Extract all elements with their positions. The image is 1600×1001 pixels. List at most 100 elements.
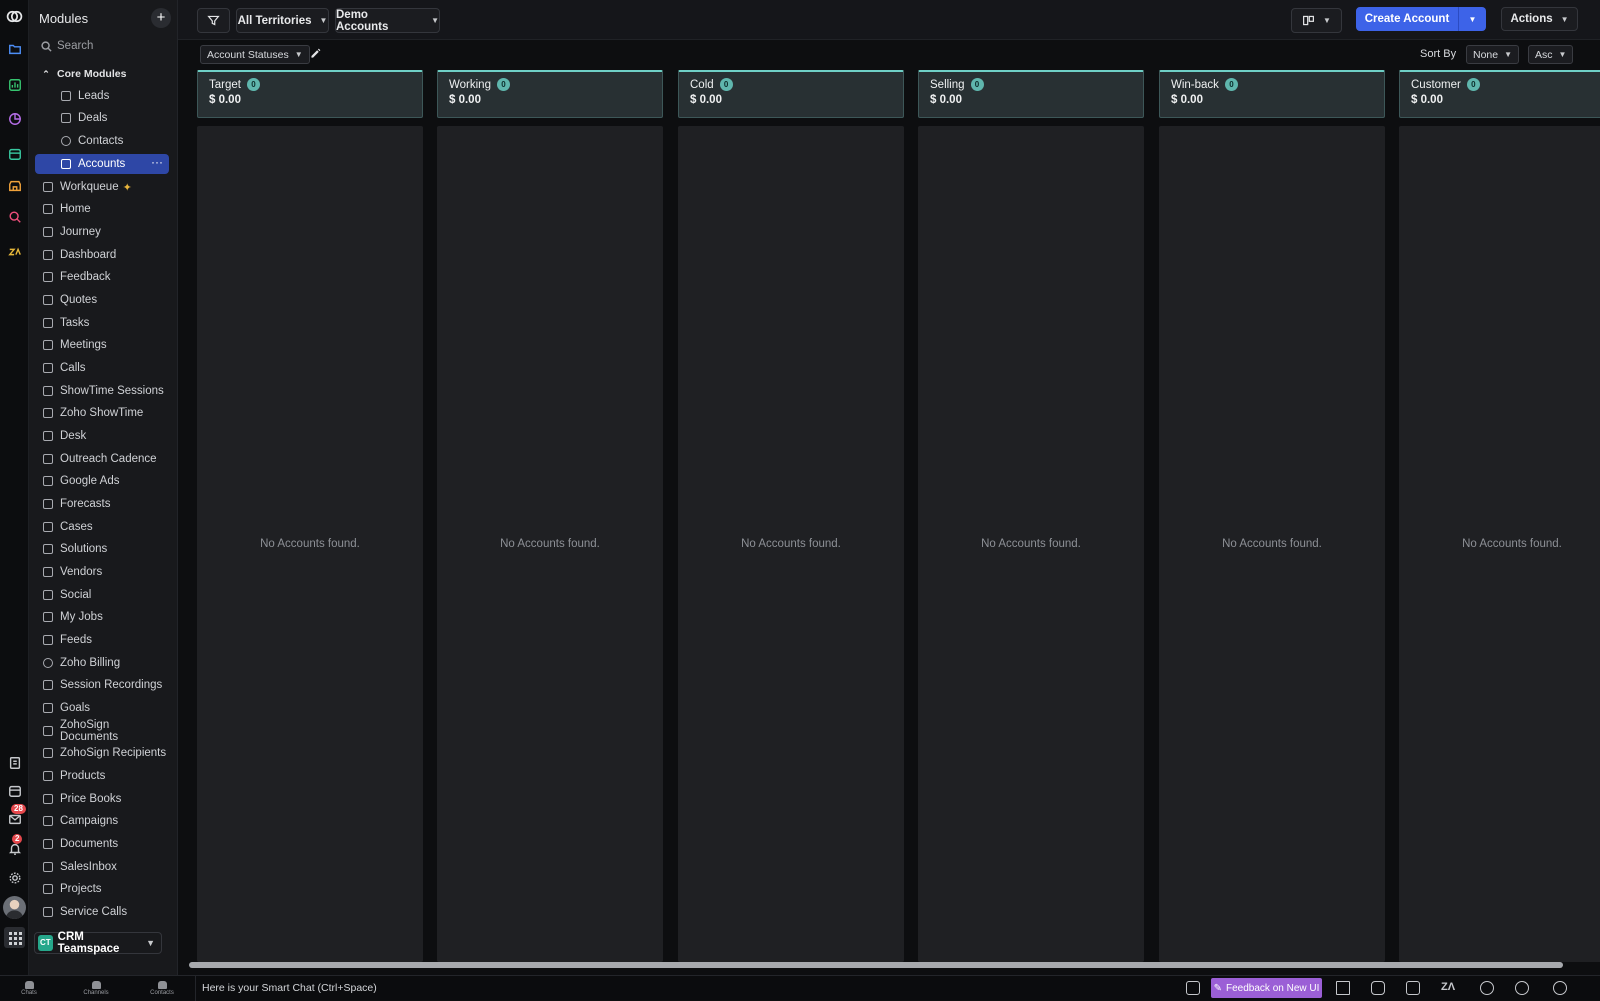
mail-icon[interactable]: 28 bbox=[4, 804, 26, 829]
accessibility-icon[interactable] bbox=[1553, 981, 1567, 995]
edit-pencil-icon[interactable] bbox=[309, 47, 322, 63]
sidebar-item-calls[interactable]: Calls bbox=[35, 358, 169, 378]
analytics-icon[interactable] bbox=[4, 74, 25, 95]
reports-pie-icon[interactable] bbox=[4, 108, 25, 129]
layout-view-switcher[interactable]: ▼ bbox=[1291, 8, 1342, 33]
territory-dropdown[interactable]: All Territories ▼ bbox=[236, 8, 329, 33]
sidebar-item-social[interactable]: Social bbox=[35, 585, 169, 605]
sidebar-item-accounts[interactable]: Accounts ··· bbox=[35, 154, 169, 174]
sidebar-item-zoho-billing[interactable]: Zoho Billing bbox=[35, 653, 169, 673]
sidebar-item-label: Zoho Billing bbox=[60, 657, 121, 669]
sidebar-item-journey[interactable]: Journey bbox=[35, 222, 169, 242]
filter-button[interactable] bbox=[197, 8, 230, 33]
sidebar-item-session-recordings[interactable]: Session Recordings bbox=[35, 675, 169, 695]
megaphone-icon[interactable] bbox=[1336, 981, 1350, 995]
ticket-icon[interactable] bbox=[1186, 981, 1200, 995]
sidebar-item-products[interactable]: Products bbox=[35, 766, 169, 786]
sidebar-item-zohosign-recipients[interactable]: ZohoSign Recipients bbox=[35, 743, 169, 763]
view-dropdown[interactable]: Demo Accounts ▼ bbox=[335, 8, 440, 33]
column-header[interactable]: Win-back 0 $ 0.00 bbox=[1159, 70, 1385, 118]
tab-channels[interactable]: Channels bbox=[71, 977, 121, 999]
smart-chat-input[interactable]: Here is your Smart Chat (Ctrl+Space) bbox=[195, 976, 377, 1001]
smile-icon[interactable] bbox=[1371, 981, 1385, 995]
sidebar-item-campaigns[interactable]: Campaigns bbox=[35, 811, 169, 831]
sidebar-item-outreach-cadence[interactable]: Outreach Cadence bbox=[35, 449, 169, 469]
sidebar-item-solutions[interactable]: Solutions bbox=[35, 539, 169, 559]
sidebar-item-service-calls[interactable]: Service Calls bbox=[35, 902, 169, 922]
service-calls-icon bbox=[43, 907, 53, 917]
workspace-switcher[interactable]: CT CRM Teamspace ▼ bbox=[34, 931, 162, 955]
sidebar-item-zoho-showtime[interactable]: Zoho ShowTime bbox=[35, 403, 169, 423]
tab-contacts[interactable]: Contacts bbox=[137, 977, 187, 999]
user-avatar[interactable] bbox=[3, 896, 26, 919]
module-search[interactable]: Search bbox=[41, 40, 93, 52]
search-insights-icon[interactable] bbox=[4, 206, 25, 227]
sidebar-item-label: Journey bbox=[60, 226, 101, 238]
sidebar-item-goals[interactable]: Goals bbox=[35, 698, 169, 718]
column-header[interactable]: Customer 0 $ 0.00 bbox=[1399, 70, 1600, 118]
sidebar-item-documents[interactable]: Documents bbox=[35, 834, 169, 854]
kanban-column-selling: Selling 0 $ 0.00 No Accounts found. bbox=[918, 70, 1144, 962]
sidebar-item-quotes[interactable]: Quotes bbox=[35, 290, 169, 310]
column-header[interactable]: Target 0 $ 0.00 bbox=[197, 70, 423, 118]
feedback-new-ui-button[interactable]: ✎ Feedback on New UI bbox=[1211, 978, 1322, 998]
modules-folder-icon[interactable] bbox=[4, 38, 25, 59]
actions-dropdown[interactable]: Actions ▼ bbox=[1501, 7, 1578, 31]
sidebar-item-label: Feeds bbox=[60, 634, 92, 646]
sidebar-item-feeds[interactable]: Feeds bbox=[35, 630, 169, 650]
notes-add-icon[interactable] bbox=[4, 752, 25, 773]
core-modules-group[interactable]: ⌃ Core Modules bbox=[41, 68, 126, 80]
actions-label: Actions bbox=[1510, 13, 1553, 25]
settings-gear-icon[interactable] bbox=[4, 867, 25, 888]
history-icon[interactable] bbox=[1515, 981, 1529, 995]
sidebar-item-price-books[interactable]: Price Books bbox=[35, 789, 169, 809]
sidebar-item-leads[interactable]: Leads bbox=[35, 86, 169, 106]
add-module-button[interactable]: + bbox=[151, 8, 171, 28]
sidebar-item-zohosign-documents[interactable]: ZohoSign Documents bbox=[35, 719, 169, 743]
sidebar-item-forecasts[interactable]: Forecasts bbox=[35, 494, 169, 514]
planner-icon[interactable] bbox=[4, 143, 25, 164]
sidebar-item-vendors[interactable]: Vendors bbox=[35, 562, 169, 582]
zoho-billing-icon bbox=[43, 658, 53, 668]
sidebar-item-label: Forecasts bbox=[60, 498, 111, 510]
sidebar-item-cases[interactable]: Cases bbox=[35, 517, 169, 537]
sidebar-item-my-jobs[interactable]: My Jobs bbox=[35, 607, 169, 627]
sidebar-item-desk[interactable]: Desk bbox=[35, 426, 169, 446]
column-header[interactable]: Cold 0 $ 0.00 bbox=[678, 70, 904, 118]
sidebar-item-feedback[interactable]: Feedback bbox=[35, 267, 169, 287]
create-options-dropdown[interactable]: ▼ bbox=[1458, 7, 1486, 31]
create-account-button[interactable]: Create Account bbox=[1356, 7, 1458, 31]
horizontal-scrollbar[interactable] bbox=[189, 962, 1563, 968]
sidebar-item-deals[interactable]: Deals bbox=[35, 108, 169, 128]
apps-grid-icon[interactable] bbox=[4, 927, 25, 948]
sidebar-item-contacts[interactable]: Contacts bbox=[35, 131, 169, 151]
sidebar-item-dashboard[interactable]: Dashboard bbox=[35, 245, 169, 265]
zoho-crm-logo-icon[interactable] bbox=[3, 5, 26, 28]
scrollbar-thumb[interactable] bbox=[189, 962, 1563, 968]
calendar-icon[interactable] bbox=[4, 780, 25, 801]
more-options-icon[interactable]: ··· bbox=[151, 155, 163, 169]
sort-order-dropdown[interactable]: Asc ▼ bbox=[1528, 45, 1574, 64]
search-icon bbox=[41, 40, 52, 52]
tab-chats[interactable]: Chats bbox=[4, 977, 54, 999]
sidebar-item-workqueue[interactable]: Workqueue ✦ bbox=[35, 177, 169, 197]
sidebar-item-home[interactable]: Home bbox=[35, 199, 169, 219]
inbox-icon[interactable] bbox=[1406, 981, 1420, 995]
sidebar-item-meetings[interactable]: Meetings bbox=[35, 335, 169, 355]
sort-field-dropdown[interactable]: None ▼ bbox=[1466, 45, 1520, 64]
status-field-dropdown[interactable]: Account Statuses ▼ bbox=[200, 45, 310, 64]
sidebar-item-tasks[interactable]: Tasks bbox=[35, 313, 169, 333]
sidebar-item-salesinbox[interactable]: SalesInbox bbox=[35, 857, 169, 877]
column-header[interactable]: Selling 0 $ 0.00 bbox=[918, 70, 1144, 118]
sidebar-item-label: Vendors bbox=[60, 566, 103, 578]
alarm-clock-icon[interactable] bbox=[1480, 981, 1494, 995]
projects-icon bbox=[43, 884, 53, 894]
notification-bell-icon[interactable]: 2 bbox=[4, 834, 25, 859]
sidebar-item-showtime-sessions[interactable]: ShowTime Sessions bbox=[35, 381, 169, 401]
sidebar-item-projects[interactable]: Projects bbox=[35, 879, 169, 899]
marketplace-icon[interactable] bbox=[4, 175, 25, 196]
zia-icon[interactable] bbox=[4, 241, 25, 262]
sidebar-item-google-ads[interactable]: Google Ads bbox=[35, 471, 169, 491]
zia-status-icon[interactable]: ZΛ bbox=[1441, 981, 1455, 995]
column-header[interactable]: Working 0 $ 0.00 bbox=[437, 70, 663, 118]
